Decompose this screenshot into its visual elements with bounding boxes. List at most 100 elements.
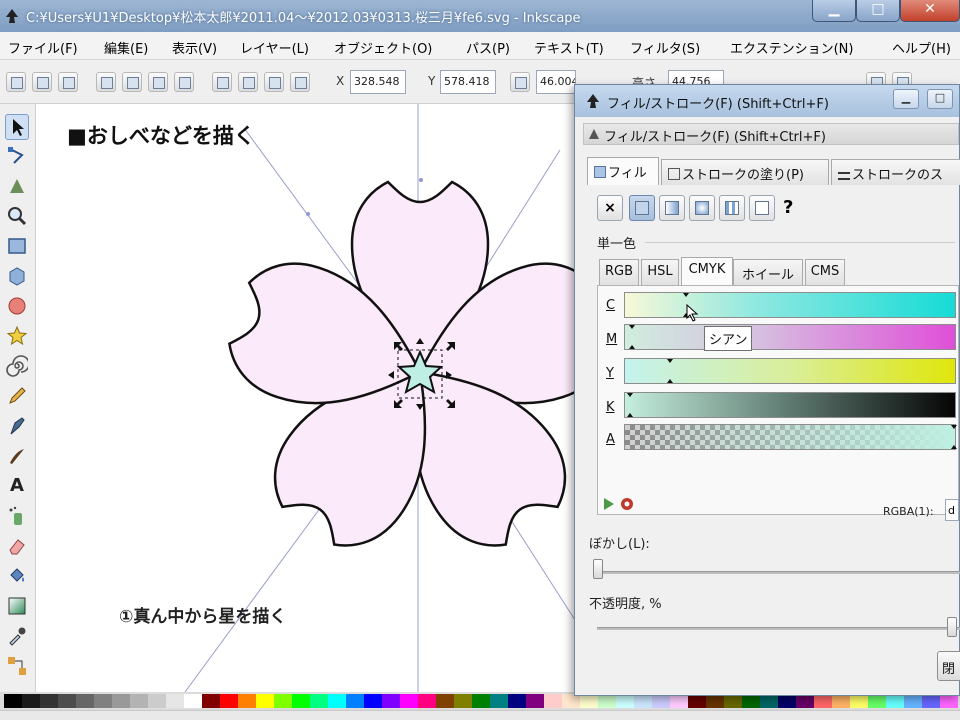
palette-swatch[interactable] [40, 694, 58, 708]
tab-stroke-style[interactable]: ストロークのス [831, 159, 960, 185]
palette-swatch[interactable] [130, 694, 148, 708]
black-slider[interactable] [624, 392, 956, 418]
palette-swatch[interactable] [544, 694, 562, 708]
palette-swatch[interactable] [328, 694, 346, 708]
palette-swatch[interactable] [436, 694, 454, 708]
palette-swatch[interactable] [868, 694, 886, 708]
no-paint-button[interactable]: × [597, 195, 623, 221]
menu-filters[interactable]: フィルタ(S) [630, 38, 700, 57]
calligraphy-tool-icon[interactable] [5, 444, 29, 470]
connector-tool-icon[interactable] [5, 654, 29, 680]
swatch-button[interactable] [749, 195, 775, 221]
palette-swatch[interactable] [238, 694, 256, 708]
lower-button[interactable] [264, 72, 284, 92]
palette-swatch[interactable] [778, 694, 796, 708]
palette-swatch[interactable] [76, 694, 94, 708]
unset-paint-help-icon[interactable]: ? [783, 197, 793, 218]
palette-swatch[interactable] [202, 694, 220, 708]
palette-swatch[interactable] [310, 694, 328, 708]
raise-button[interactable] [238, 72, 258, 92]
rotate-ccw-button[interactable] [96, 72, 116, 92]
alpha-slider[interactable] [624, 424, 957, 450]
blur-slider-track[interactable] [597, 571, 960, 574]
palette-swatch[interactable] [832, 694, 850, 708]
menu-extensions[interactable]: エクステンション(N) [730, 38, 853, 57]
palette-swatch[interactable] [148, 694, 166, 708]
palette-swatch[interactable] [760, 694, 778, 708]
select-all-layers-button[interactable] [32, 72, 52, 92]
palette-swatch[interactable] [508, 694, 526, 708]
spray-tool-icon[interactable] [5, 504, 29, 530]
opacity-slider-knob[interactable] [947, 617, 957, 637]
menu-view[interactable]: 表示(V) [172, 38, 217, 57]
sakura-flower[interactable] [218, 180, 575, 566]
dialog-close-button[interactable]: 閉じる [937, 651, 960, 681]
spiral-tool-icon[interactable] [5, 354, 30, 380]
deselect-button[interactable] [58, 72, 78, 92]
palette-swatch[interactable] [400, 694, 418, 708]
palette-swatch[interactable] [922, 694, 940, 708]
drawing-canvas[interactable]: ■おしべなどを描く ①真ん中から星を描く [37, 104, 575, 692]
yellow-slider[interactable] [624, 358, 956, 384]
palette-swatch[interactable] [886, 694, 904, 708]
width-input[interactable]: 46.004 [536, 70, 576, 94]
palette-swatch[interactable] [58, 694, 76, 708]
palette-swatch[interactable] [634, 694, 652, 708]
paint-bucket-tool-icon[interactable] [5, 564, 29, 590]
rotate-cw-button[interactable] [122, 72, 142, 92]
star-tool-icon[interactable] [5, 324, 29, 350]
palette-swatch[interactable] [256, 694, 274, 708]
palette-swatch[interactable] [670, 694, 688, 708]
raise-to-top-button[interactable] [212, 72, 232, 92]
palette-scrollbar[interactable] [0, 710, 960, 720]
y-coordinate-input[interactable]: 578.418 [440, 70, 496, 94]
palette-swatch[interactable] [184, 694, 202, 708]
menu-edit[interactable]: 編集(E) [104, 38, 148, 57]
palette-swatch[interactable] [472, 694, 490, 708]
palette-swatch[interactable] [382, 694, 400, 708]
flip-vertical-button[interactable] [174, 72, 194, 92]
pencil-tool-icon[interactable] [5, 384, 29, 410]
opacity-slider-track[interactable] [597, 627, 960, 630]
palette-swatch[interactable] [418, 694, 436, 708]
tab-cmyk[interactable]: CMYK [681, 257, 733, 285]
palette-swatch[interactable] [904, 694, 922, 708]
palette-swatch[interactable] [940, 694, 958, 708]
palette-swatch[interactable] [220, 694, 238, 708]
cyan-slider[interactable] [624, 292, 956, 318]
palette-swatch[interactable] [580, 694, 598, 708]
radial-gradient-button[interactable] [689, 195, 715, 221]
pattern-button[interactable] [719, 195, 745, 221]
palette-swatch[interactable] [724, 694, 742, 708]
tab-rgb[interactable]: RGB [599, 259, 639, 285]
tab-fill[interactable]: フィル [587, 157, 659, 185]
palette-swatch[interactable] [616, 694, 634, 708]
tab-stroke-paint[interactable]: ストロークの塗り(P) [661, 159, 829, 185]
palette-swatch[interactable] [454, 694, 472, 708]
zoom-tool-icon[interactable] [5, 204, 29, 230]
palette-swatch[interactable] [706, 694, 724, 708]
color-palette[interactable] [0, 692, 960, 720]
select-all-button[interactable] [6, 72, 26, 92]
menu-help[interactable]: ヘルプ(H) [892, 38, 951, 57]
dialog-minimize-button[interactable]: ▁ [893, 89, 919, 109]
palette-swatch[interactable] [22, 694, 40, 708]
x-coordinate-input[interactable]: 328.548 [350, 70, 406, 94]
palette-swatch[interactable] [526, 694, 544, 708]
3d-box-tool-icon[interactable] [5, 264, 29, 290]
palette-swatch[interactable] [4, 694, 22, 708]
menu-object[interactable]: オブジェクト(O) [334, 38, 432, 57]
palette-swatch[interactable] [688, 694, 706, 708]
palette-swatch[interactable] [292, 694, 310, 708]
lower-to-bottom-button[interactable] [290, 72, 310, 92]
palette-swatch[interactable] [364, 694, 382, 708]
menu-text[interactable]: テキスト(T) [534, 38, 604, 57]
tweak-tool-icon[interactable] [5, 174, 29, 200]
palette-swatch[interactable] [652, 694, 670, 708]
minimize-button[interactable]: ▁ [812, 0, 856, 22]
tab-hsl[interactable]: HSL [641, 259, 679, 285]
menu-layer[interactable]: レイヤー(L) [240, 38, 309, 57]
eraser-tool-icon[interactable] [5, 534, 29, 560]
tab-cms[interactable]: CMS [805, 259, 845, 285]
flat-color-button[interactable] [629, 195, 655, 221]
